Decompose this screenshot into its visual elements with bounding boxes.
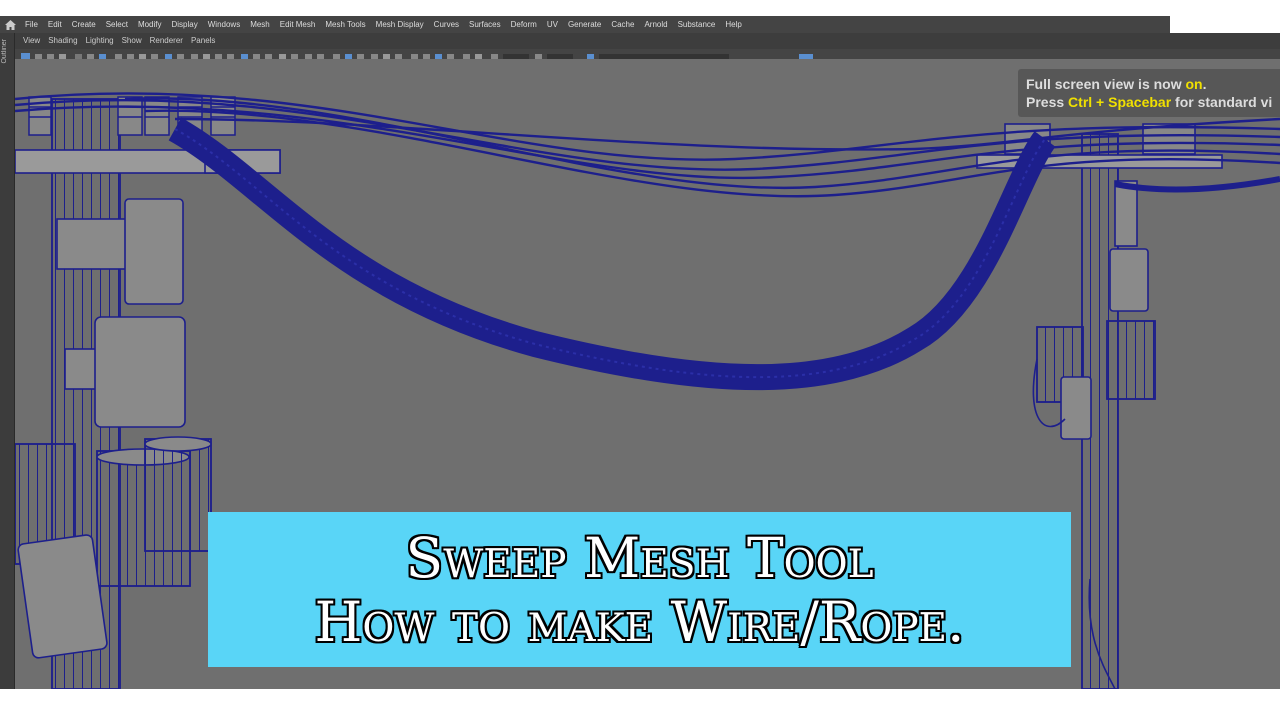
menu-modify[interactable]: Modify: [133, 16, 167, 33]
menu-create[interactable]: Create: [67, 16, 101, 33]
toolbar-icons[interactable]: [15, 52, 1280, 59]
top-strip: [0, 0, 1280, 16]
menu-select[interactable]: Select: [101, 16, 133, 33]
viewport-toolbar: [15, 49, 1280, 59]
menu-bar-spacer: [746, 16, 1170, 33]
menu-mesh-display[interactable]: Mesh Display: [371, 16, 429, 33]
hud-line1-suffix: .: [1202, 76, 1207, 92]
hud-line2-text: Press: [1026, 94, 1069, 110]
banner-title: Sweep Mesh Tool: [405, 525, 874, 590]
panel-menu-view[interactable]: View: [19, 33, 44, 49]
panel-menu-panels[interactable]: Panels: [187, 33, 219, 49]
panel-menu-shading[interactable]: Shading: [44, 33, 81, 49]
menu-generate[interactable]: Generate: [563, 16, 606, 33]
panel-menu-show[interactable]: Show: [118, 33, 146, 49]
menu-file[interactable]: File: [20, 16, 43, 33]
outliner-label: Outliner: [1, 39, 8, 64]
menu-surfaces[interactable]: Surfaces: [464, 16, 506, 33]
panel-menu-lighting[interactable]: Lighting: [82, 33, 118, 49]
menu-mesh[interactable]: Mesh: [245, 16, 275, 33]
menu-windows[interactable]: Windows: [203, 16, 245, 33]
hud-line2-suffix: for standard vi: [1171, 94, 1273, 110]
menu-arnold[interactable]: Arnold: [639, 16, 672, 33]
menu-uv[interactable]: UV: [542, 16, 563, 33]
panel-menu-bar: View Shading Lighting Show Renderer Pane…: [15, 33, 1280, 49]
fullscreen-hud-message: Full screen view is now on. Press Ctrl +…: [1018, 69, 1280, 117]
menu-deform[interactable]: Deform: [506, 16, 542, 33]
banner-subtitle: How to make Wire/Rope.: [314, 589, 965, 654]
menu-edit[interactable]: Edit: [43, 16, 67, 33]
title-banner: Sweep Mesh Tool How to make Wire/Rope.: [208, 512, 1071, 667]
menu-display[interactable]: Display: [167, 16, 203, 33]
main-menu-bar: File Edit Create Select Modify Display W…: [0, 16, 1280, 33]
hud-line-2: Press Ctrl + Spacebar for standard vi: [1026, 93, 1280, 111]
home-icon[interactable]: [0, 16, 20, 33]
hud-line-1: Full screen view is now on.: [1026, 75, 1280, 93]
menu-substance[interactable]: Substance: [673, 16, 721, 33]
menu-mesh-tools[interactable]: Mesh Tools: [320, 16, 370, 33]
bottom-strip: [0, 689, 1280, 720]
menu-help[interactable]: Help: [720, 16, 746, 33]
panel-menu-renderer[interactable]: Renderer: [146, 33, 187, 49]
hud-line1-text: Full screen view is now: [1026, 76, 1186, 92]
menu-curves[interactable]: Curves: [429, 16, 464, 33]
hud-line2-highlight: Ctrl + Spacebar: [1068, 94, 1172, 110]
menu-cache[interactable]: Cache: [606, 16, 639, 33]
menu-bar-right-blank: [1170, 16, 1280, 33]
hud-line1-highlight: on: [1185, 76, 1203, 92]
menu-edit-mesh[interactable]: Edit Mesh: [275, 16, 321, 33]
outliner-tab[interactable]: Outliner: [0, 33, 15, 720]
